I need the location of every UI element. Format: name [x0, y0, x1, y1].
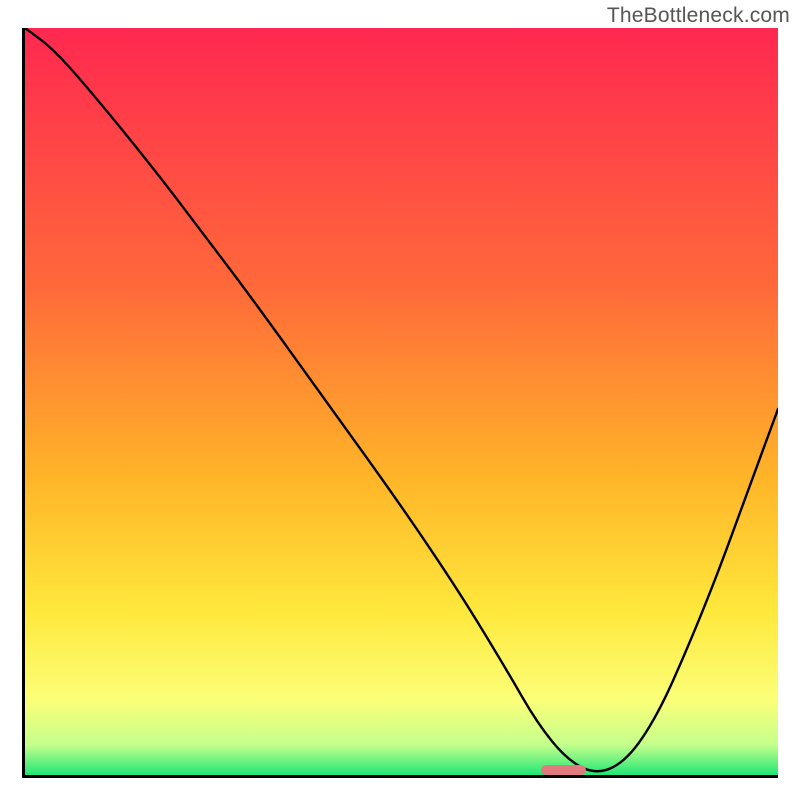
bottleneck-curve — [25, 28, 778, 775]
plot-area — [22, 28, 778, 778]
watermark-text: TheBottleneck.com — [607, 4, 790, 28]
optimum-marker — [541, 765, 586, 775]
